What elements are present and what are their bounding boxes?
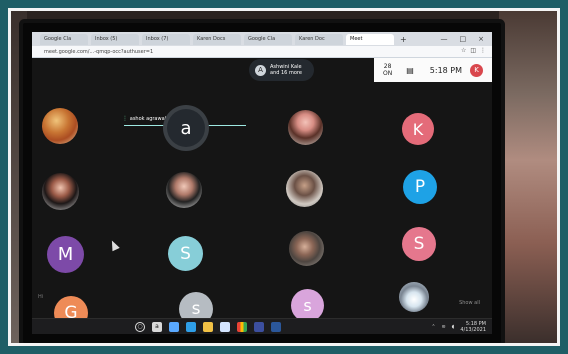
taskbar-apps: ○ a bbox=[135, 321, 281, 332]
folder-icon[interactable] bbox=[203, 321, 213, 332]
presenter-avatar: A bbox=[255, 64, 266, 76]
outer-frame: Google Cla Inbox (5) Inbox (7) Karen Doc… bbox=[0, 0, 568, 354]
maximize-button[interactable]: □ bbox=[460, 35, 467, 43]
address-url: meet.google.com/...-qmqp-occ?authuser=1 bbox=[44, 48, 154, 55]
room-background-right bbox=[499, 11, 557, 343]
volume-icon[interactable]: ◖ bbox=[452, 324, 455, 330]
show-all-label[interactable]: Show all bbox=[459, 300, 480, 306]
wifi-icon[interactable]: ≋ bbox=[442, 324, 446, 330]
taskbar-clock[interactable]: 5:18 PM 4/13/2021 bbox=[460, 321, 486, 333]
star-icon[interactable]: ☆ bbox=[461, 47, 466, 54]
participant-count[interactable]: 28 ON bbox=[383, 63, 392, 77]
tab-google-classroom-1[interactable]: Google Cla bbox=[40, 33, 88, 45]
close-button[interactable]: × bbox=[478, 35, 484, 43]
search-icon[interactable]: ○ bbox=[135, 321, 145, 332]
photo-of-monitor: Google Cla Inbox (5) Inbox (7) Karen Doc… bbox=[8, 8, 560, 346]
monitor: Google Cla Inbox (5) Inbox (7) Karen Doc… bbox=[23, 23, 501, 343]
new-tab-button[interactable]: + bbox=[400, 34, 407, 45]
extensions-icon[interactable]: ◫ bbox=[470, 47, 476, 54]
windows-taskbar: ○ a ⌃ ≋ ◖ 5:18 PM 4/13/2021 bbox=[32, 318, 492, 334]
tab-inbox-7[interactable]: Inbox (7) bbox=[142, 33, 190, 45]
participant-couple-photo[interactable] bbox=[289, 231, 324, 266]
mouse-cursor bbox=[108, 238, 120, 252]
menu-icon[interactable]: ⋮ bbox=[480, 47, 486, 54]
meeting-time: 5:18 PM bbox=[429, 65, 463, 75]
user-avatar-badge[interactable]: K bbox=[470, 63, 484, 77]
presenter-pill[interactable]: A Ashwini Kale and 16 more bbox=[249, 59, 314, 81]
screen: Google Cla Inbox (5) Inbox (7) Karen Doc… bbox=[32, 32, 492, 334]
edge-icon[interactable] bbox=[186, 321, 196, 332]
address-bar-icons: ☆ ◫ ⋮ bbox=[461, 47, 486, 54]
file-explorer-icon[interactable] bbox=[169, 321, 179, 332]
participant-p[interactable]: P bbox=[403, 170, 437, 204]
participant-woman-photo-3[interactable] bbox=[166, 172, 202, 208]
participant-m[interactable]: M bbox=[47, 236, 84, 273]
presenter-text: Ashwini Kale and 16 more bbox=[270, 64, 302, 76]
tray-arrow-icon[interactable]: ⌃ bbox=[431, 324, 435, 330]
tab-karen-docs-2[interactable]: Karen Doc bbox=[295, 33, 343, 45]
participant-woman-photo-4[interactable] bbox=[286, 170, 323, 207]
system-tray: ⌃ ≋ ◖ 5:18 PM 4/13/2021 bbox=[431, 321, 492, 333]
meet-main: A Ashwini Kale and 16 more 28 ON ▤ 5:18 … bbox=[32, 58, 492, 330]
tab-google-classroom-2[interactable]: Google Cla bbox=[244, 33, 292, 45]
audio-wave-icon: ⫶ bbox=[124, 114, 126, 123]
store-icon[interactable] bbox=[220, 321, 230, 332]
participant-s-1[interactable]: S bbox=[168, 236, 203, 271]
left-chip-label: Hi bbox=[38, 294, 44, 300]
chat-icon[interactable]: ▤ bbox=[406, 66, 414, 75]
participant-a[interactable]: a bbox=[167, 109, 205, 147]
meeting-info-bar: 28 ON ▤ 5:18 PM K bbox=[374, 58, 492, 82]
participant-k[interactable]: K bbox=[402, 113, 434, 145]
word-icon[interactable] bbox=[271, 321, 281, 332]
participant-woman-photo-1[interactable] bbox=[288, 110, 323, 145]
browser-tabbar: Google Cla Inbox (5) Inbox (7) Karen Doc… bbox=[32, 32, 492, 46]
media-icon[interactable] bbox=[254, 321, 264, 332]
participant-s-2[interactable]: S bbox=[402, 227, 436, 261]
tab-karen-docs-1[interactable]: Karen Docs bbox=[193, 33, 241, 45]
participant-car-photo[interactable] bbox=[399, 282, 429, 312]
tab-inbox-5[interactable]: Inbox (5) bbox=[91, 33, 139, 45]
window-controls: — □ × bbox=[441, 35, 493, 43]
minimize-button[interactable]: — bbox=[441, 35, 448, 43]
participant-woman-photo-2[interactable] bbox=[42, 173, 79, 210]
participant-food-photo[interactable] bbox=[42, 108, 78, 144]
tab-meet[interactable]: Meet bbox=[346, 33, 394, 45]
chrome-icon[interactable] bbox=[237, 321, 247, 332]
app-a-icon[interactable]: a bbox=[152, 321, 162, 332]
address-bar[interactable]: meet.google.com/...-qmqp-occ?authuser=1 … bbox=[32, 46, 492, 58]
speaker-name: ashok agrawal bbox=[129, 116, 167, 122]
